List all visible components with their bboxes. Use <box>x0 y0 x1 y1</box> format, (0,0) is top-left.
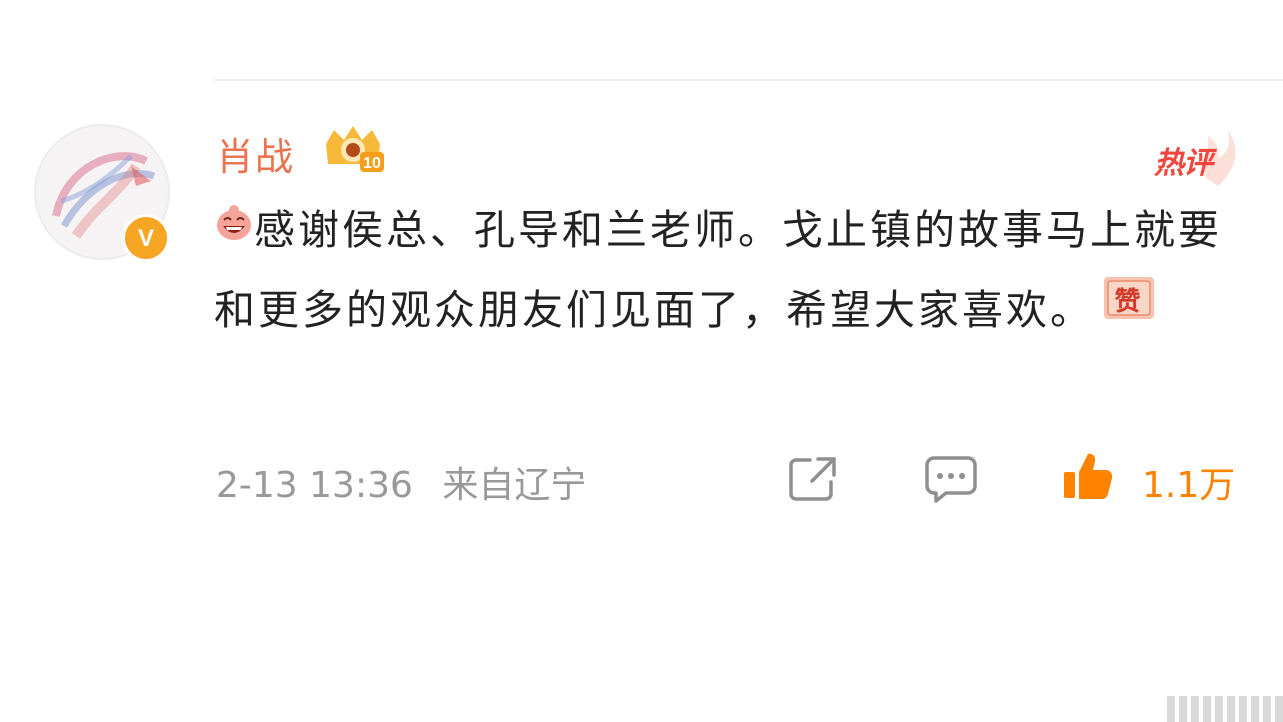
comment-content: 感谢侯总、孔导和兰老师。戈止镇的故事马上就要和更多的观众朋友们见面了，希望大家喜… <box>214 192 1254 351</box>
top-divider <box>214 79 1283 81</box>
verified-mark: V <box>138 225 154 252</box>
thumbs-up-icon[interactable] <box>1062 450 1114 502</box>
share-icon[interactable] <box>788 456 838 502</box>
verified-v-icon: V <box>122 214 170 262</box>
praise-emoji-icon: 赞 <box>1102 269 1156 346</box>
comment-text: 感谢侯总、孔导和兰老师。戈止镇的故事马上就要和更多的观众朋友们见面了，希望大家喜… <box>214 206 1222 334</box>
badge-level: 10 <box>363 155 381 172</box>
comment-icon[interactable] <box>924 454 978 504</box>
decorative-bars <box>1167 696 1283 722</box>
like-count: 1.1万 <box>1142 465 1236 506</box>
hot-comment-badge: 热评 <box>1148 128 1248 188</box>
hot-badge-label: 热评 <box>1154 146 1213 181</box>
praise-emoji-text: 赞 <box>1113 287 1143 317</box>
laughing-emoji-icon <box>214 190 254 267</box>
location: 来自辽宁 <box>442 465 587 506</box>
timestamp: 2-13 13:36 <box>216 465 413 506</box>
username[interactable]: 肖战 <box>216 126 294 181</box>
crown-level-icon: 10 <box>326 126 384 172</box>
comment-meta: 2-13 13:36 来自辽宁 <box>216 456 586 508</box>
